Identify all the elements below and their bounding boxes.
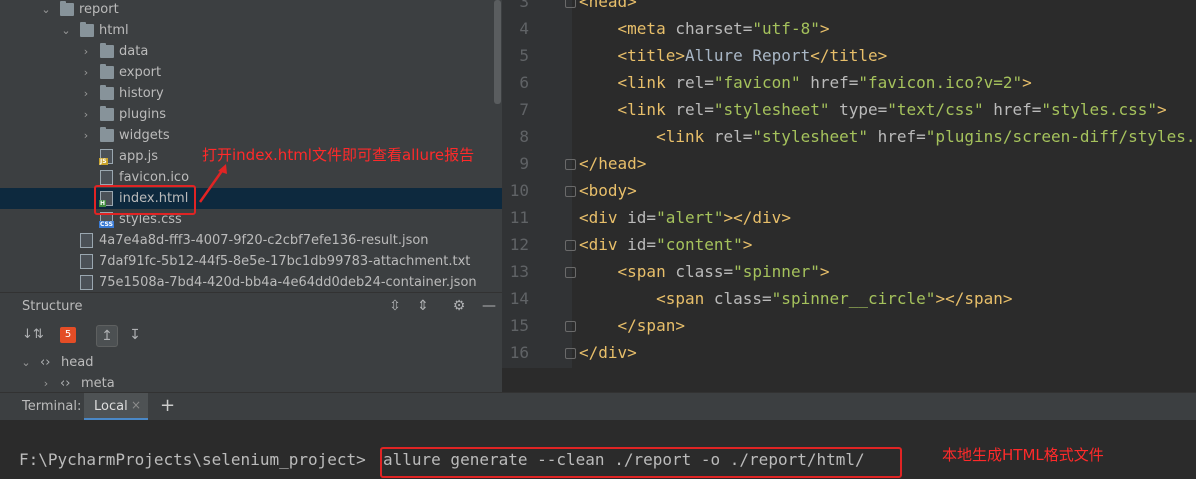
line-number: 6 xyxy=(519,73,529,92)
code-line: </head> xyxy=(579,154,647,173)
code-line: </span> xyxy=(617,316,685,335)
fold-marker-icon[interactable] xyxy=(565,186,576,197)
structure-item-meta[interactable]: meta xyxy=(81,376,115,391)
code-line: <meta charset="utf-8"> xyxy=(617,19,830,38)
fold-marker-icon[interactable] xyxy=(565,240,576,251)
line-number: 16 xyxy=(509,343,529,362)
line-number: 15 xyxy=(509,316,529,335)
code-line: <link rel="stylesheet" type="text/css" h… xyxy=(617,100,1167,119)
line-number: 5 xyxy=(519,46,529,65)
chevron-right-icon[interactable]: › xyxy=(40,377,52,390)
line-number: 3 xyxy=(519,0,529,11)
code-line: <body> xyxy=(579,181,637,200)
code-line: <title>Allure Report</title> xyxy=(617,46,888,65)
tab-local-label: Local xyxy=(94,399,128,414)
code-line: <span class="spinner__circle"></span> xyxy=(656,289,1013,308)
add-tab-icon[interactable]: + xyxy=(160,395,175,416)
annotation-arrow-icon xyxy=(198,164,227,203)
fold-marker-icon[interactable] xyxy=(565,0,576,8)
code-line: <link rel="stylesheet" href="plugins/scr… xyxy=(656,127,1196,146)
index-html-highlight-box xyxy=(94,185,196,215)
terminal-label: Terminal: xyxy=(22,399,82,414)
fold-marker-icon[interactable] xyxy=(565,321,576,332)
fold-marker-icon[interactable] xyxy=(565,159,576,170)
code-line: </div> xyxy=(579,343,637,362)
tag-icon: ‹› xyxy=(60,376,71,391)
line-number: 11 xyxy=(509,208,529,227)
code-line: <span class="spinner"> xyxy=(617,262,830,281)
line-number: 14 xyxy=(509,289,529,308)
line-number: 12 xyxy=(509,235,529,254)
code-line: <div id="alert"></div> xyxy=(579,208,791,227)
fold-marker-icon[interactable] xyxy=(565,348,576,359)
line-number: 9 xyxy=(519,154,529,173)
line-number: 4 xyxy=(519,19,529,38)
code-line: <div id="content"> xyxy=(579,235,753,254)
terminal-tabbar: Terminal: Local × + xyxy=(0,392,1196,421)
line-number: 7 xyxy=(519,100,529,119)
command-highlight-box xyxy=(380,447,902,478)
generate-html-annotation: 本地生成HTML格式文件 xyxy=(942,446,1104,464)
line-number: 10 xyxy=(509,181,529,200)
tab-local[interactable]: Local × xyxy=(84,393,148,421)
close-icon[interactable]: × xyxy=(131,398,141,412)
terminal-prompt: F:\PycharmProjects\selenium_project> xyxy=(19,450,366,469)
code-line: <link rel="favicon" href="favicon.ico?v=… xyxy=(617,73,1032,92)
open-index-annotation: 打开index.html文件即可查看allure报告 xyxy=(202,146,475,164)
line-number: 8 xyxy=(519,127,529,146)
line-number: 13 xyxy=(509,262,529,281)
fold-marker-icon[interactable] xyxy=(565,267,576,278)
code-line: <head> xyxy=(579,0,637,11)
